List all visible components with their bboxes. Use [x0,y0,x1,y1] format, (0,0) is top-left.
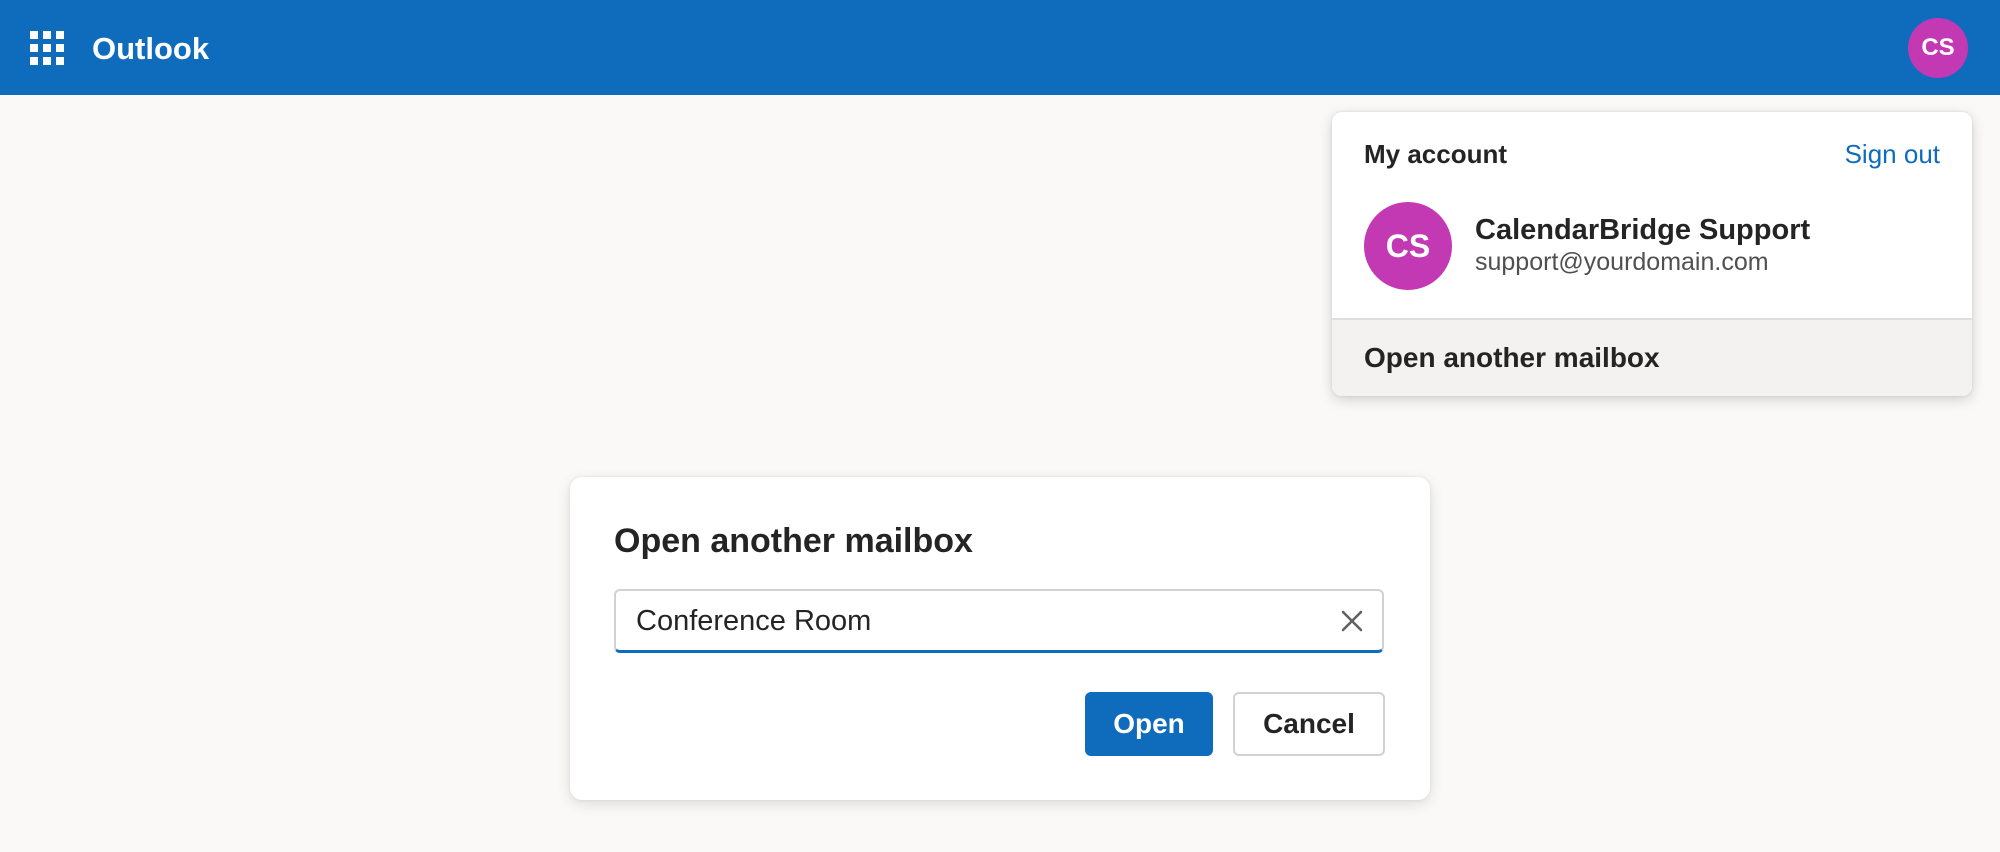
account-panel-heading: My account [1364,139,1508,169]
sign-out-link[interactable]: Sign out [1845,136,1940,172]
mailbox-search-input[interactable] [636,599,1316,643]
open-mailbox-dialog: Open another mailbox Open Cancel [570,477,1430,800]
open-another-mailbox-menu-item[interactable]: Open another mailbox [1332,320,1972,396]
user-name: CalendarBridge Support [1475,214,1811,246]
account-panel: My account Sign out CS CalendarBridge Su… [1332,112,1972,396]
user-email: support@yourdomain.com [1475,248,1769,276]
cancel-button[interactable]: Cancel [1233,692,1385,756]
open-button[interactable]: Open [1085,692,1213,756]
dialog-title: Open another mailbox [614,522,973,560]
user-avatar: CS [1364,202,1452,290]
open-another-mailbox-label: Open another mailbox [1364,342,1660,373]
account-avatar-button[interactable]: CS [1908,18,1968,78]
app-launcher-icon[interactable] [30,31,66,67]
app-title: Outlook [92,31,210,66]
mailbox-input-container [614,589,1384,653]
close-icon[interactable] [1338,607,1366,635]
top-bar: Outlook CS [0,0,2000,95]
